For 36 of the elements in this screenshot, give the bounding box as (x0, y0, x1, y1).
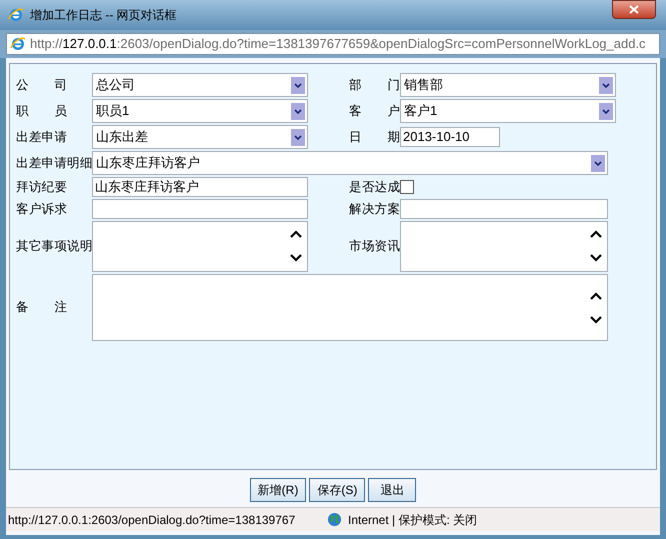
field-label: 部 门 (349, 76, 400, 94)
date-field[interactable]: 2013-10-10 (400, 127, 500, 147)
dialog-button[interactable]: 新增(R) (250, 478, 306, 502)
field-label: 出差申请 (16, 128, 68, 146)
field-label: 拜访纪要 (16, 178, 68, 196)
dropdown-value: 客户1 (404, 102, 438, 120)
dropdown-field[interactable]: 销售部 (400, 73, 616, 97)
address-text: http://127.0.0.1:2603/openDialog.do?time=1381397677659&openDialogSrc=comPersonnelWorkLog_add.c (30, 35, 646, 54)
field-label: 其它事项说明 (16, 238, 92, 256)
field-label: 职 员 (16, 102, 68, 120)
status-url: http://127.0.0.1:2603/openDialog.do?time=138139767 (7, 512, 296, 528)
dropdown-field[interactable]: 山东枣庄拜访客户 (92, 151, 608, 175)
dialog-button[interactable]: 退出 (368, 478, 416, 502)
dropdown-value: 总公司 (96, 76, 136, 94)
field-label: 公 司 (16, 76, 68, 94)
dropdown-field[interactable]: 山东出差 (92, 125, 308, 149)
field-label: 出差申请明细 (16, 154, 92, 172)
dropdown-value: 职员1 (96, 102, 130, 120)
dialog-button[interactable]: 保存(S) (309, 478, 366, 502)
status-zone: Internet | 保护模式: 关闭 (348, 512, 478, 528)
dropdown-value: 山东出差 (96, 128, 149, 146)
dropdown-field[interactable]: 客户1 (400, 99, 616, 123)
field-label: 客 户 (349, 102, 400, 120)
field-label: 客户诉求 (16, 200, 68, 218)
field-label: 备 注 (16, 299, 68, 316)
field-label: 日 期 (349, 128, 400, 146)
dropdown-field[interactable]: 职员1 (92, 99, 308, 123)
dropdown-value: 销售部 (404, 76, 444, 94)
text-field[interactable]: 山东枣庄拜访客户 (92, 177, 308, 197)
field-label: 解决方案 (349, 200, 400, 218)
field-label: 市场资讯 (349, 238, 400, 256)
window-title: 增加工作日志 -- 网页对话框 (30, 7, 177, 24)
address-bar[interactable]: http://127.0.0.1:2603/openDialog.do?time=1381397677659&openDialogSrc=comPersonnelWorkLog_add.c (6, 33, 660, 55)
dropdown-field[interactable]: 总公司 (92, 73, 308, 97)
field-label: 是否达成 (349, 178, 400, 196)
dropdown-value: 山东枣庄拜访客户 (96, 154, 201, 172)
